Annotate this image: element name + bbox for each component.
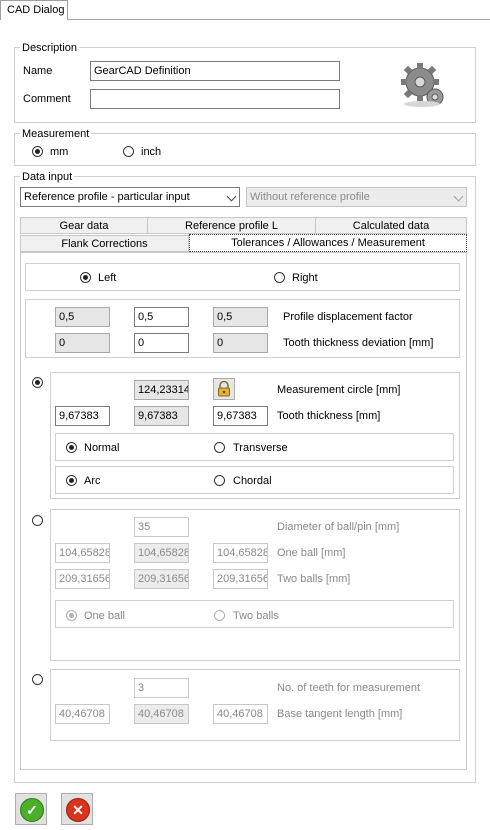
deviation-label: Tooth thickness deviation [mm] [283,337,434,349]
transverse-radio[interactable] [214,442,225,453]
tooth-thickness-field-1[interactable]: 9,67383 [55,406,110,426]
name-label: Name [23,65,53,77]
reference-profile-select-value: Reference profile - particular input [24,191,190,203]
chordal-label: Chordal [233,475,272,487]
base-tangent-field-2: 40,46708 [134,704,189,724]
tooth-thickness-label: Tooth thickness [mm] [277,410,381,422]
displacement-field-1: 0,5 [55,307,110,327]
one-ball-option-label: One ball [84,610,125,622]
cancel-button[interactable]: ✕ [61,793,93,825]
base-tangent-label: Base tangent length [mm] [277,708,403,720]
comment-label: Comment [23,93,71,105]
two-balls-label: Two balls [mm] [277,573,351,585]
mm-radio[interactable] [32,146,43,157]
arc-radio[interactable] [66,475,77,486]
measurement-circle-label: Measurement circle [mm] [277,384,401,396]
one-ball-field-1[interactable]: 104,65828 [55,543,110,563]
right-label: Right [292,272,318,284]
description-legend: Description [20,42,80,54]
chordal-radio[interactable] [214,475,225,486]
tab-strip-line [68,19,490,20]
tab-reference-profile[interactable]: Reference profile L [147,217,316,234]
mm-label: mm [50,146,69,158]
ball-diameter-field[interactable]: 35 [134,517,189,537]
normal-label: Normal [84,442,120,454]
base-tangent-field-1[interactable]: 40,46708 [55,704,110,724]
lock-icon [218,380,230,397]
inch-radio[interactable] [123,146,134,157]
tab-cad-dialog[interactable]: CAD Dialog [0,0,68,20]
without-reference-select[interactable]: Without reference profile [246,187,467,207]
two-balls-field-1[interactable]: 209,31656 [55,569,110,589]
check-icon: ✓ [20,798,44,822]
one-ball-field-2: 104,65828 [134,543,189,563]
inch-label: inch [141,146,162,158]
two-balls-field-3[interactable]: 209,31656 [213,569,268,589]
reference-profile-select[interactable]: Reference profile - particular input [20,187,240,207]
tab-calculated-data[interactable]: Calculated data [315,217,467,234]
ok-button[interactable]: ✓ [15,793,47,825]
ball-pin-radio[interactable] [32,515,43,526]
displacement-field-3: 0,5 [213,307,268,327]
right-radio[interactable] [274,272,285,283]
measurement-circle-field: 124,23314 [134,380,189,400]
measurement-circle-radio[interactable] [32,377,43,388]
one-ball-radio[interactable] [66,610,77,621]
tooth-thickness-field-2: 9,67383 [134,406,189,426]
ball-diameter-label: Diameter of ball/pin [mm] [277,521,400,533]
gear-icon [401,63,444,107]
normal-radio[interactable] [66,442,77,453]
chevron-down-icon [226,191,237,202]
deviation-field-1: 0 [55,333,110,353]
transverse-label: Transverse [233,442,288,454]
teeth-radio[interactable] [32,674,43,685]
data-input-legend: Data input [20,171,75,183]
left-label: Left [98,272,117,284]
tab-flank-corrections[interactable]: Flank Corrections [20,235,189,252]
one-ball-label: One ball [mm] [277,547,346,559]
one-ball-field-3[interactable]: 104,65828 [213,543,268,563]
teeth-count-label: No. of teeth for measurement [277,682,421,694]
name-field[interactable]: GearCAD Definition [90,61,340,81]
displacement-label: Profile displacement factor [283,311,413,323]
teeth-count-field[interactable]: 3 [134,678,189,698]
base-tangent-field-3[interactable]: 40,46708 [213,704,268,724]
tooth-thickness-field-3[interactable]: 9,67383 [213,406,268,426]
two-balls-option-label: Two balls [233,610,279,622]
measurement-legend: Measurement [20,128,92,140]
arc-label: Arc [84,475,101,487]
deviation-field-3: 0 [213,333,268,353]
two-balls-field-2: 209,31656 [134,569,189,589]
two-balls-radio[interactable] [214,610,225,621]
comment-field[interactable] [90,89,340,109]
left-radio[interactable] [80,272,91,283]
lock-button[interactable] [213,378,235,400]
close-icon: ✕ [66,798,90,822]
tab-gear-data[interactable]: Gear data [20,217,148,234]
displacement-field-2[interactable]: 0,5 [134,307,189,327]
tab-tolerances[interactable]: Tolerances / Allowances / Measurement [189,234,467,252]
without-reference-select-value: Without reference profile [250,191,370,203]
deviation-field-2[interactable]: 0 [134,333,189,353]
chevron-down-icon [453,191,464,202]
